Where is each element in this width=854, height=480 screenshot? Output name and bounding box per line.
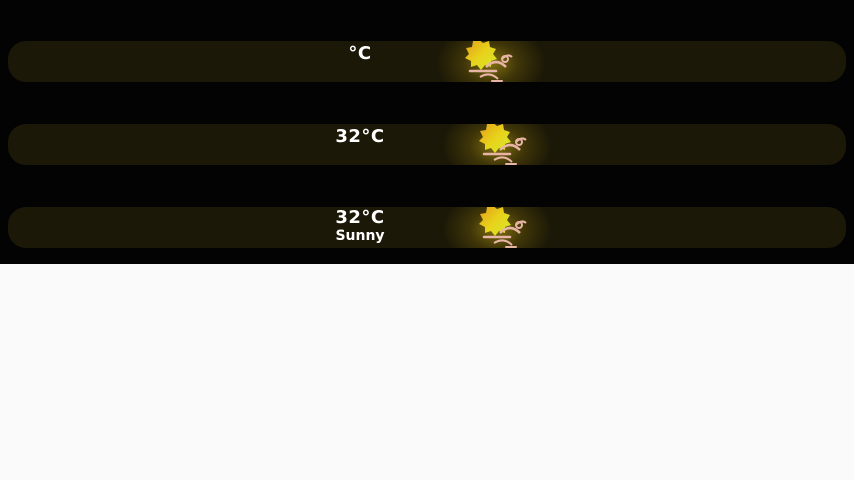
weather-text: °C: [322, 43, 398, 64]
temperature-label: °C: [348, 43, 372, 64]
sun-wind-icon: [479, 124, 527, 165]
sun-wind-icon: [479, 207, 527, 248]
weather-text: 32°C Sunny: [322, 207, 398, 244]
temperature-label: 32°C: [335, 126, 385, 147]
weather-bar-2: 32°C: [8, 124, 846, 165]
weather-stage: °C 32°C 32°C Sunny: [0, 0, 854, 264]
weather-text: 32°C: [322, 126, 398, 147]
condition-label: Sunny: [335, 228, 385, 244]
weather-bar-1: °C: [8, 41, 846, 82]
sun-wind-icon: [465, 41, 513, 82]
weather-bar-3: 32°C Sunny: [8, 207, 846, 248]
temperature-label: 32°C: [335, 207, 385, 228]
